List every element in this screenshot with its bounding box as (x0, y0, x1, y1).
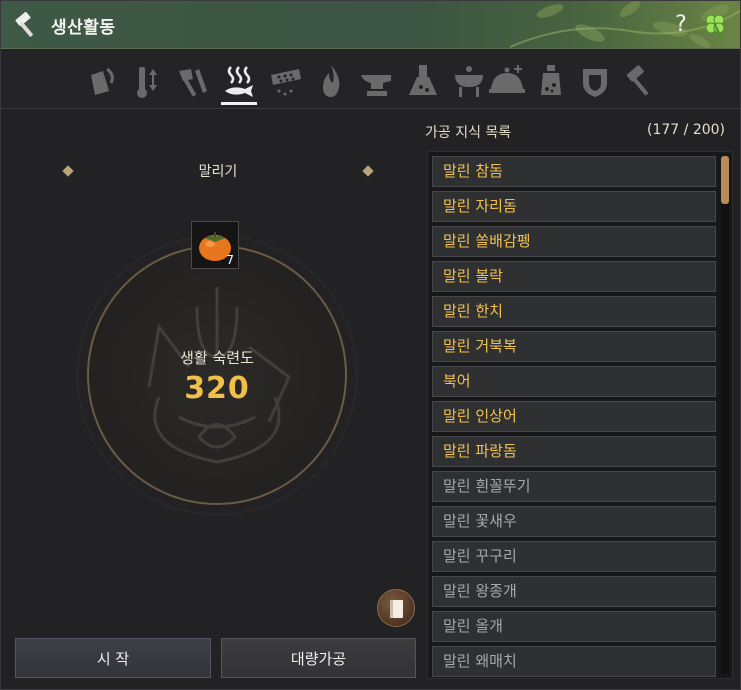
knowledge-panel: 가공 지식 목록 (177 / 200) 말린 참돔 말린 자리돔 말린 쏠배감펭 말… (425, 111, 737, 689)
tab-chopping[interactable] (173, 61, 213, 101)
heating-icon (323, 65, 340, 97)
tab-crafting[interactable] (621, 61, 661, 101)
diamond-ornament-left (62, 165, 74, 177)
production-window: 생산활동 ? 말리기 생활 숙련도 320 7 시 작 대량가공 가공 지식 목… (0, 0, 741, 690)
craft-hammer-icon (626, 65, 649, 96)
item-count: 7 (226, 253, 234, 267)
start-button[interactable]: 시 작 (15, 638, 211, 678)
knowledge-list-item[interactable]: 말린 파랑돔 (432, 436, 716, 467)
subcategory-label: 말리기 (198, 164, 238, 180)
anvil-icon (361, 75, 391, 96)
knowledge-list[interactable]: 말린 참돔말린 자리돔말린 쏠배감펭말린 볼락말린 한치말린 거북복북어말린 인… (427, 151, 733, 679)
clover-icon[interactable] (701, 11, 729, 39)
category-tabs (1, 51, 740, 109)
taming-icon (137, 67, 157, 98)
left-panel: 말리기 생활 숙련도 320 7 시 작 대량가공 (1, 111, 421, 689)
alchemy-flask-icon (409, 65, 437, 95)
knowledge-list-item[interactable]: 말린 왕종개 (432, 576, 716, 607)
hammer-icon (15, 12, 33, 37)
material-slot[interactable]: 7 (191, 221, 239, 269)
diamond-ornament-right (362, 165, 374, 177)
help-button[interactable]: ? (670, 10, 692, 40)
title-bar[interactable]: 생산활동 ? (1, 1, 740, 49)
shaking-icon (541, 65, 561, 95)
knowledge-count: (177 / 200) (647, 122, 725, 138)
tab-grill[interactable] (449, 61, 489, 101)
tab-taming[interactable] (127, 61, 167, 101)
knowledge-list-item[interactable]: 말린 인상어 (432, 401, 716, 432)
tab-heating[interactable] (311, 61, 351, 101)
knowledge-list-item[interactable]: 말린 자리돔 (432, 191, 716, 222)
mastery-value: 320 (184, 371, 250, 406)
mastery-label: 생활 숙련도 (180, 349, 254, 367)
chopping-icon (179, 69, 207, 97)
tab-serving[interactable] (487, 61, 527, 101)
drying-icon (225, 66, 253, 97)
knowledge-list-item[interactable]: 말린 왜매치 (432, 646, 716, 677)
tab-anvil[interactable] (357, 61, 397, 101)
knowledge-list-item[interactable]: 말린 흰꼴뚜기 (432, 471, 716, 502)
scrollbar[interactable] (721, 156, 729, 674)
knowledge-list-item[interactable]: 말린 한치 (432, 296, 716, 327)
tab-guild[interactable] (575, 61, 615, 101)
gathering-icon (91, 67, 114, 95)
knowledge-list-item[interactable]: 말린 참돔 (432, 156, 716, 187)
tab-filtering[interactable] (265, 61, 305, 101)
serving-dish-icon (489, 65, 525, 93)
filtering-icon (271, 69, 301, 96)
tab-gathering[interactable] (81, 61, 121, 101)
bulk-process-button[interactable]: 대량가공 (221, 638, 416, 678)
knowledge-list-item[interactable]: 말린 올개 (432, 611, 716, 642)
mastery-dial: 생활 숙련도 320 (87, 245, 347, 505)
tab-drying[interactable] (219, 61, 259, 105)
guild-shield-icon (583, 69, 607, 97)
knowledge-list-title: 가공 지식 목록 (425, 125, 512, 141)
scrollbar-thumb[interactable] (721, 156, 729, 204)
tab-shaking[interactable] (531, 61, 571, 101)
knowledge-list-item[interactable]: 북어 (432, 366, 716, 397)
grill-icon (455, 66, 483, 97)
knowledge-list-item[interactable]: 말린 볼락 (432, 261, 716, 292)
knowledge-list-item[interactable]: 말린 꾸구리 (432, 541, 716, 572)
book-icon (390, 600, 403, 618)
recipe-book-button[interactable] (377, 589, 415, 627)
knowledge-list-item[interactable]: 말린 꽃새우 (432, 506, 716, 537)
window-title: 생산활동 (51, 18, 116, 38)
knowledge-list-item[interactable]: 말린 쏠배감펭 (432, 226, 716, 257)
knowledge-list-item[interactable]: 말린 거북복 (432, 331, 716, 362)
tab-alchemy[interactable] (403, 61, 443, 101)
